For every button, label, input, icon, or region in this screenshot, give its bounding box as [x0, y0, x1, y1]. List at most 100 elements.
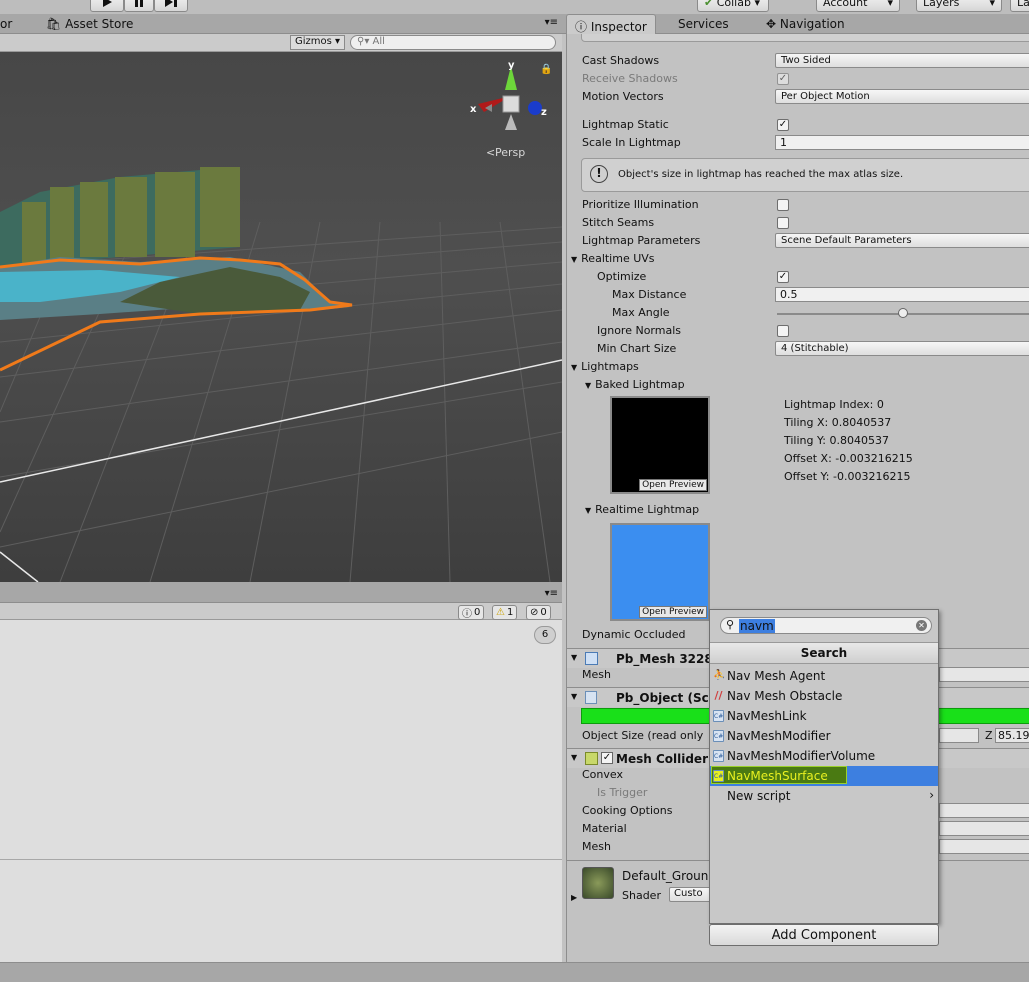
- account-label: Account: [823, 0, 868, 9]
- mesh-collider-enabled-checkbox[interactable]: ✓: [601, 752, 613, 764]
- script-icon: C#: [713, 710, 724, 722]
- popup-header: Search: [710, 642, 938, 664]
- material-field[interactable]: [939, 821, 1029, 836]
- lightmap-static-checkbox[interactable]: ✓: [777, 119, 789, 131]
- cooking-options-dropdown[interactable]: [939, 803, 1029, 818]
- component-item-navmeshsurface[interactable]: C# NavMeshSurface: [710, 766, 938, 786]
- scene-search-input[interactable]: ⚲▾ All: [350, 35, 556, 50]
- panel-menu-icon[interactable]: ▾≡: [545, 17, 558, 28]
- search-icon: ⚲▾: [357, 36, 370, 47]
- scene-tab-bar: or 🛍 Asset Store ▾≡: [0, 14, 562, 34]
- component-item-nav-mesh-agent[interactable]: ⛹ Nav Mesh Agent: [710, 666, 938, 686]
- foldout-expanded-icon: ▼: [571, 692, 578, 701]
- account-dropdown[interactable]: Account ▾: [816, 0, 900, 12]
- foldout-collapsed-icon[interactable]: ▶: [571, 893, 577, 902]
- optimize-checkbox[interactable]: ✓: [777, 271, 789, 283]
- mesh-filter-icon: [585, 652, 598, 665]
- axis-z-label: z: [541, 107, 547, 118]
- main-toolbar: ✔ Collab ▾ Account ▾ Layers ▾ La: [0, 0, 1029, 14]
- scene-view[interactable]: y x z < Persp 🔒: [0, 52, 562, 582]
- realtime-uvs-foldout[interactable]: ▼ Realtime UVs: [567, 250, 1029, 268]
- scale-in-lightmap-row: Scale In Lightmap 1: [567, 134, 1029, 152]
- cast-shadows-dropdown[interactable]: Two Sided: [775, 53, 1029, 68]
- layers-dropdown[interactable]: Layers ▾: [916, 0, 1002, 12]
- object-size-z-field[interactable]: 85.19: [995, 728, 1029, 743]
- layout-label: La: [1017, 0, 1029, 9]
- warning-icon: !: [590, 165, 608, 183]
- foldout-expanded-icon: ▼: [571, 653, 578, 662]
- tab-partial[interactable]: or: [0, 14, 20, 34]
- persp-label-text: Persp: [495, 146, 525, 159]
- pause-button[interactable]: [124, 0, 154, 12]
- component-item-new-script[interactable]: New script ›: [710, 786, 938, 806]
- panel-menu-icon[interactable]: ▾≡: [545, 588, 558, 599]
- prioritize-illumination-row: Prioritize Illumination: [567, 196, 1029, 214]
- motion-vectors-dropdown[interactable]: Per Object Motion: [775, 89, 1029, 104]
- material-thumbnail: [582, 867, 614, 899]
- motion-vectors-row: Motion Vectors Per Object Motion: [567, 88, 1029, 106]
- foldout-expanded-icon: ▼: [571, 363, 578, 372]
- component-search-input[interactable]: ⚲ navm ✕: [720, 617, 932, 634]
- stitch-seams-checkbox[interactable]: [777, 217, 789, 229]
- max-angle-row: Max Angle: [567, 304, 1029, 322]
- scale-in-lightmap-field[interactable]: 1: [775, 135, 1029, 150]
- prioritize-illumination-checkbox[interactable]: [777, 199, 789, 211]
- console-log[interactable]: 6: [0, 620, 562, 860]
- tab-asset-store[interactable]: 🛍 Asset Store: [38, 14, 141, 34]
- collider-mesh-field[interactable]: [939, 839, 1029, 854]
- add-component-button[interactable]: Add Component: [709, 924, 939, 946]
- cast-shadows-row: Cast Shadows Two Sided: [567, 52, 1029, 70]
- ignore-normals-row: Ignore Normals: [567, 322, 1029, 340]
- step-icon: [165, 0, 177, 7]
- console-tab-bar: ▾≡: [0, 582, 562, 603]
- nav-mesh-agent-icon: ⛹: [713, 670, 726, 681]
- info-icon: ⓘ: [575, 20, 588, 34]
- error-icon: ⊘: [530, 607, 539, 618]
- warning-toggle[interactable]: ⚠ 1: [492, 605, 518, 620]
- object-size-y-field[interactable]: [939, 728, 979, 743]
- lightmap-size-warning: ! Object's size in lightmap has reached …: [581, 158, 1029, 192]
- component-item-navmeshmodifier[interactable]: C# NavMeshModifier: [710, 726, 938, 746]
- max-angle-slider-thumb[interactable]: [898, 308, 908, 318]
- nav-mesh-obstacle-icon: //: [714, 689, 723, 702]
- script-icon: [585, 691, 597, 704]
- info-toggle[interactable]: ⓘ 0: [458, 605, 485, 620]
- receive-shadows-checkbox[interactable]: ✓: [777, 73, 789, 85]
- min-chart-size-dropdown[interactable]: 4 (Stitchable): [775, 341, 1029, 356]
- add-component-popup: ⚲ navm ✕ Search ⛹ Nav Mesh Agent // Nav …: [709, 609, 939, 924]
- layers-label: Layers: [923, 0, 960, 9]
- gizmos-dropdown[interactable]: Gizmos ▾: [290, 35, 346, 50]
- open-preview-button[interactable]: Open Preview: [639, 606, 707, 618]
- baked-lightmap-preview: Open Preview: [610, 396, 710, 494]
- component-item-navmeshlink[interactable]: C# NavMeshLink: [710, 706, 938, 726]
- tab-services[interactable]: Services: [670, 14, 737, 34]
- error-toggle[interactable]: ⊘ 0: [526, 605, 551, 620]
- max-distance-field[interactable]: 0.5: [775, 287, 1029, 302]
- lock-icon[interactable]: 🔒: [540, 63, 552, 75]
- step-button[interactable]: [154, 0, 188, 12]
- tab-navigation[interactable]: ✥ Navigation: [758, 14, 853, 34]
- scene-viewport: y x z < Persp 🔒: [0, 52, 562, 582]
- collab-dropdown[interactable]: ✔ Collab ▾: [697, 0, 769, 12]
- play-button[interactable]: [90, 0, 124, 12]
- lightmap-static-row: Lightmap Static ✓: [582, 118, 789, 131]
- lightmaps-foldout[interactable]: ▼ Lightmaps: [567, 358, 1029, 376]
- max-distance-row: Max Distance 0.5: [567, 286, 1029, 304]
- persp-label[interactable]: <: [486, 146, 495, 159]
- axis-y-label: y: [508, 60, 515, 71]
- layout-dropdown[interactable]: La: [1010, 0, 1029, 12]
- script-icon: C#: [713, 730, 724, 742]
- component-item-nav-mesh-obstacle[interactable]: // Nav Mesh Obstacle: [710, 686, 938, 706]
- open-preview-button[interactable]: Open Preview: [639, 479, 707, 491]
- baked-lightmap-foldout[interactable]: ▼ Baked Lightmap: [567, 376, 1029, 394]
- foldout-expanded-icon: ▼: [585, 381, 592, 390]
- pb-mesh-field[interactable]: [939, 667, 1029, 682]
- console-detail: [0, 860, 562, 962]
- ignore-normals-checkbox[interactable]: [777, 325, 789, 337]
- realtime-lightmap-foldout[interactable]: ▼ Realtime Lightmap: [567, 501, 1029, 519]
- component-item-navmeshmodifiervolume[interactable]: C# NavMeshModifierVolume: [710, 746, 938, 766]
- clear-search-icon[interactable]: ✕: [916, 620, 927, 631]
- tab-inspector[interactable]: ⓘ Inspector: [566, 14, 656, 34]
- lightmap-parameters-dropdown[interactable]: Scene Default Parameters: [775, 233, 1029, 248]
- search-icon: ⚲: [726, 618, 735, 631]
